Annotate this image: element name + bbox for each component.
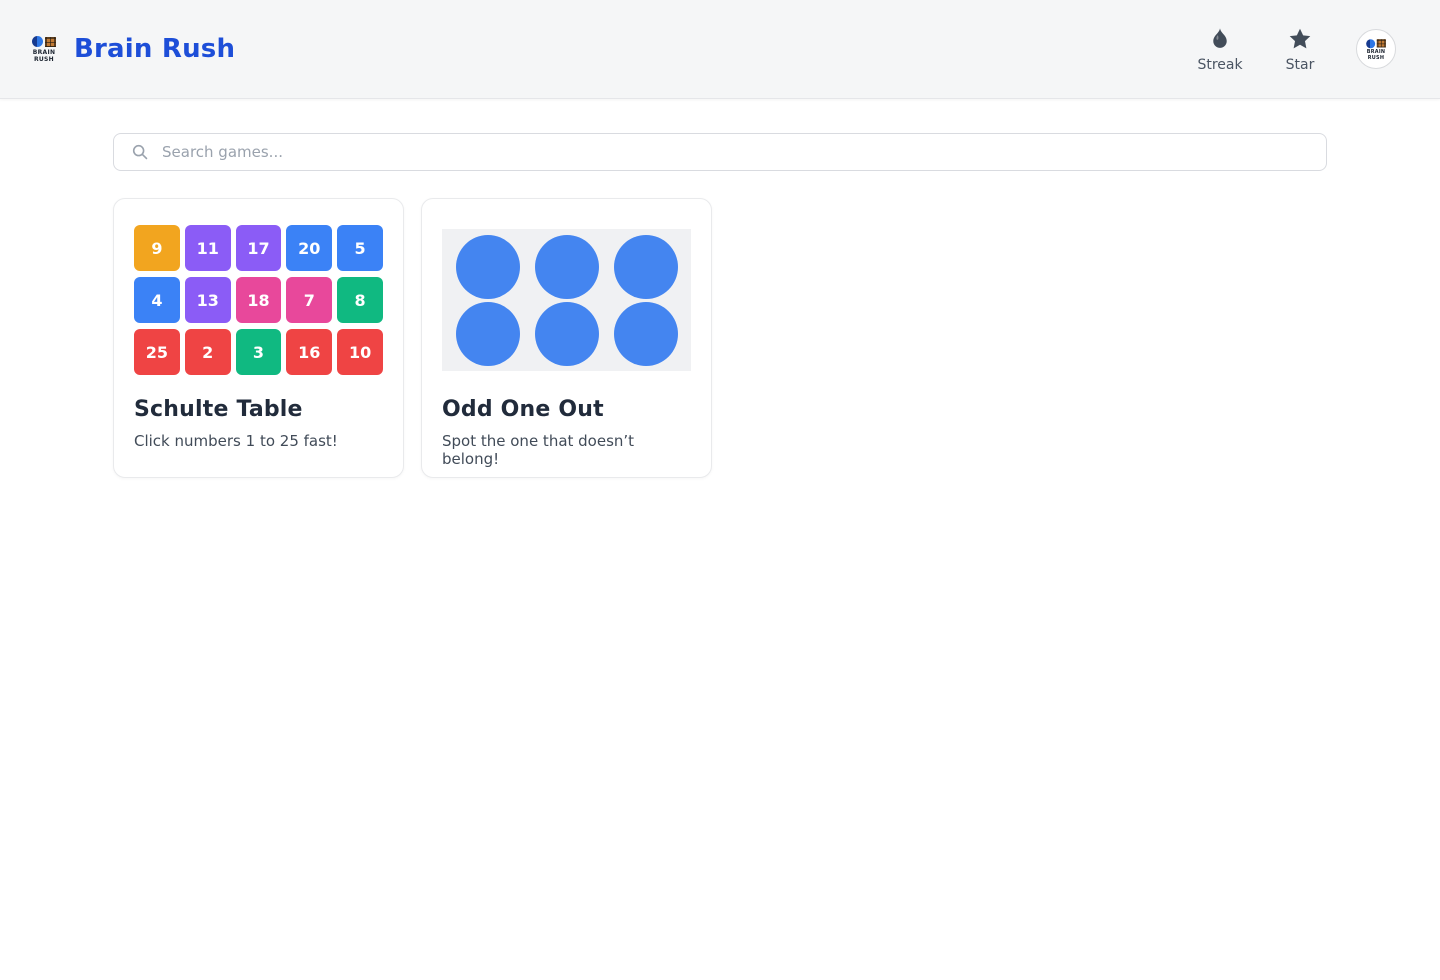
card-title: Odd One Out xyxy=(442,397,604,422)
schulte-tile: 25 xyxy=(134,329,180,375)
odd-one-out-circle xyxy=(534,301,599,366)
schulte-tile: 2 xyxy=(184,329,231,375)
game-cards-row: 9 11 17 20 5 4 13 18 7 8 25 2 3 16 10 Schulte Table Cl… xyxy=(113,198,1327,478)
avatar-logo-circle-icon xyxy=(1366,38,1376,48)
star-icon xyxy=(1289,28,1311,48)
logo-grid-icon xyxy=(45,36,56,47)
streak-label: Streak xyxy=(1197,56,1243,73)
avatar-logo-text-line1: BRAIN xyxy=(1366,48,1386,55)
avatar-logo-icon: BRAIN RUSH xyxy=(1365,38,1388,60)
avatar-logo-text-line2: RUSH xyxy=(1367,54,1385,61)
main-content: 91117205 4131878 25231610 Schulte Table Cl… xyxy=(113,133,1327,478)
header-right: Streak Star BRAIN RUSH xyxy=(1196,26,1396,73)
star-button[interactable]: Star xyxy=(1276,26,1324,73)
schulte-tile: 18 xyxy=(235,277,282,323)
avatar[interactable]: BRAIN RUSH xyxy=(1356,29,1396,69)
search-bar xyxy=(113,133,1327,171)
card-title: Schulte Table xyxy=(134,397,303,422)
schulte-tile: 9 xyxy=(134,225,180,271)
brain-rush-logo-icon: BRAIN RUSH xyxy=(30,36,58,63)
logo-text-line1: BRAIN xyxy=(32,48,56,56)
schulte-tile: 20 xyxy=(286,225,333,271)
odd-one-out-circle-grid xyxy=(442,229,691,371)
schulte-tile: 8 xyxy=(337,277,383,323)
search-input[interactable] xyxy=(113,133,1327,171)
schulte-tile: 10 xyxy=(337,329,383,375)
schulte-tile: 16 xyxy=(286,329,333,375)
odd-one-out-circle xyxy=(534,234,599,299)
brand: BRAIN RUSH Brain Rush xyxy=(30,34,235,64)
schulte-tile: 5 xyxy=(337,225,383,271)
schulte-preview: 9 11 17 20 5 4 13 18 7 8 25 2 3 16 10 xyxy=(134,219,383,381)
header: BRAIN RUSH Brain Rush Streak Star BRAIN … xyxy=(0,0,1440,99)
odd-one-out-circle xyxy=(613,234,678,299)
streak-button[interactable]: Streak xyxy=(1196,26,1244,73)
odd-one-out-circle xyxy=(455,301,520,366)
schulte-tile: 4 xyxy=(134,277,180,323)
odd-one-out-circle xyxy=(455,234,520,299)
schulte-tile: 11 xyxy=(184,225,231,271)
game-card-odd-one-out[interactable]: Odd One Out Spot the one that doesn’t be… xyxy=(421,198,712,478)
game-card-schulte-table[interactable]: 9 11 17 20 5 4 13 18 7 8 25 2 3 16 10 Schulte Table Cl… xyxy=(113,198,404,478)
odd-one-out-circle xyxy=(613,301,678,366)
card-subtitle: Spot the one that doesn’t belong! xyxy=(442,432,635,468)
card-subtitle: Click numbers 1 to 25 fast! xyxy=(134,432,338,450)
app-title: Brain Rush xyxy=(74,34,236,64)
schulte-tile: 7 xyxy=(286,277,333,323)
logo-text-line2: RUSH xyxy=(33,55,55,63)
schulte-tile: 3 xyxy=(235,329,282,375)
schulte-tile: 13 xyxy=(184,277,231,323)
logo-circle-icon xyxy=(32,36,43,47)
schulte-tile: 17 xyxy=(235,225,282,271)
avatar-logo-grid-icon xyxy=(1376,38,1386,47)
schulte-number-grid: 9 11 17 20 5 4 13 18 7 8 25 2 3 16 10 xyxy=(134,225,383,375)
droplet-flame-icon xyxy=(1213,27,1227,48)
odd-one-out-preview xyxy=(442,219,691,381)
star-label: Star xyxy=(1285,56,1315,73)
